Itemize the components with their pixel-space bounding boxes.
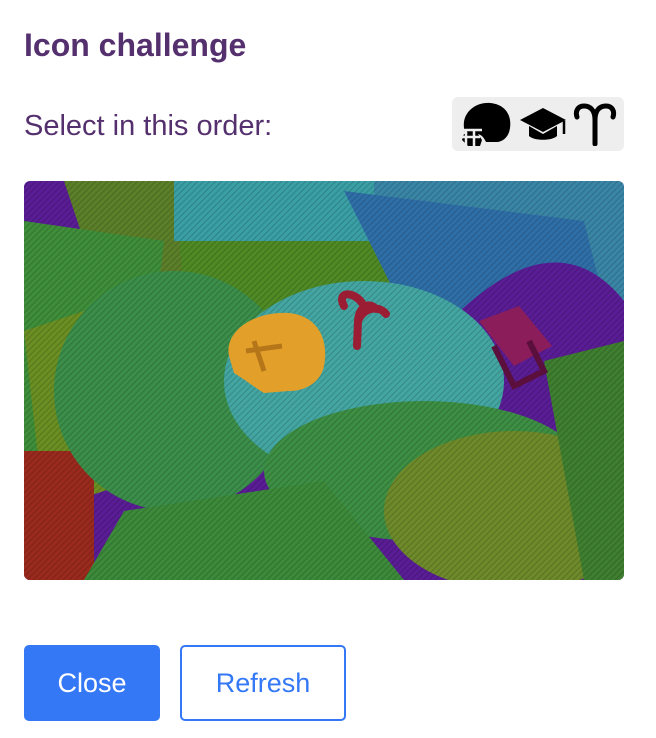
dialog-title: Icon challenge <box>24 27 247 63</box>
challenge-image[interactable] <box>24 181 624 580</box>
football-helmet-icon <box>458 100 514 148</box>
icon-sequence <box>452 97 624 151</box>
aries-icon <box>572 102 618 146</box>
close-button[interactable]: Close <box>24 645 160 721</box>
instruction-text: Select in this order: <box>24 110 273 142</box>
refresh-button[interactable]: Refresh <box>180 645 346 721</box>
graduation-cap-icon <box>518 104 568 144</box>
